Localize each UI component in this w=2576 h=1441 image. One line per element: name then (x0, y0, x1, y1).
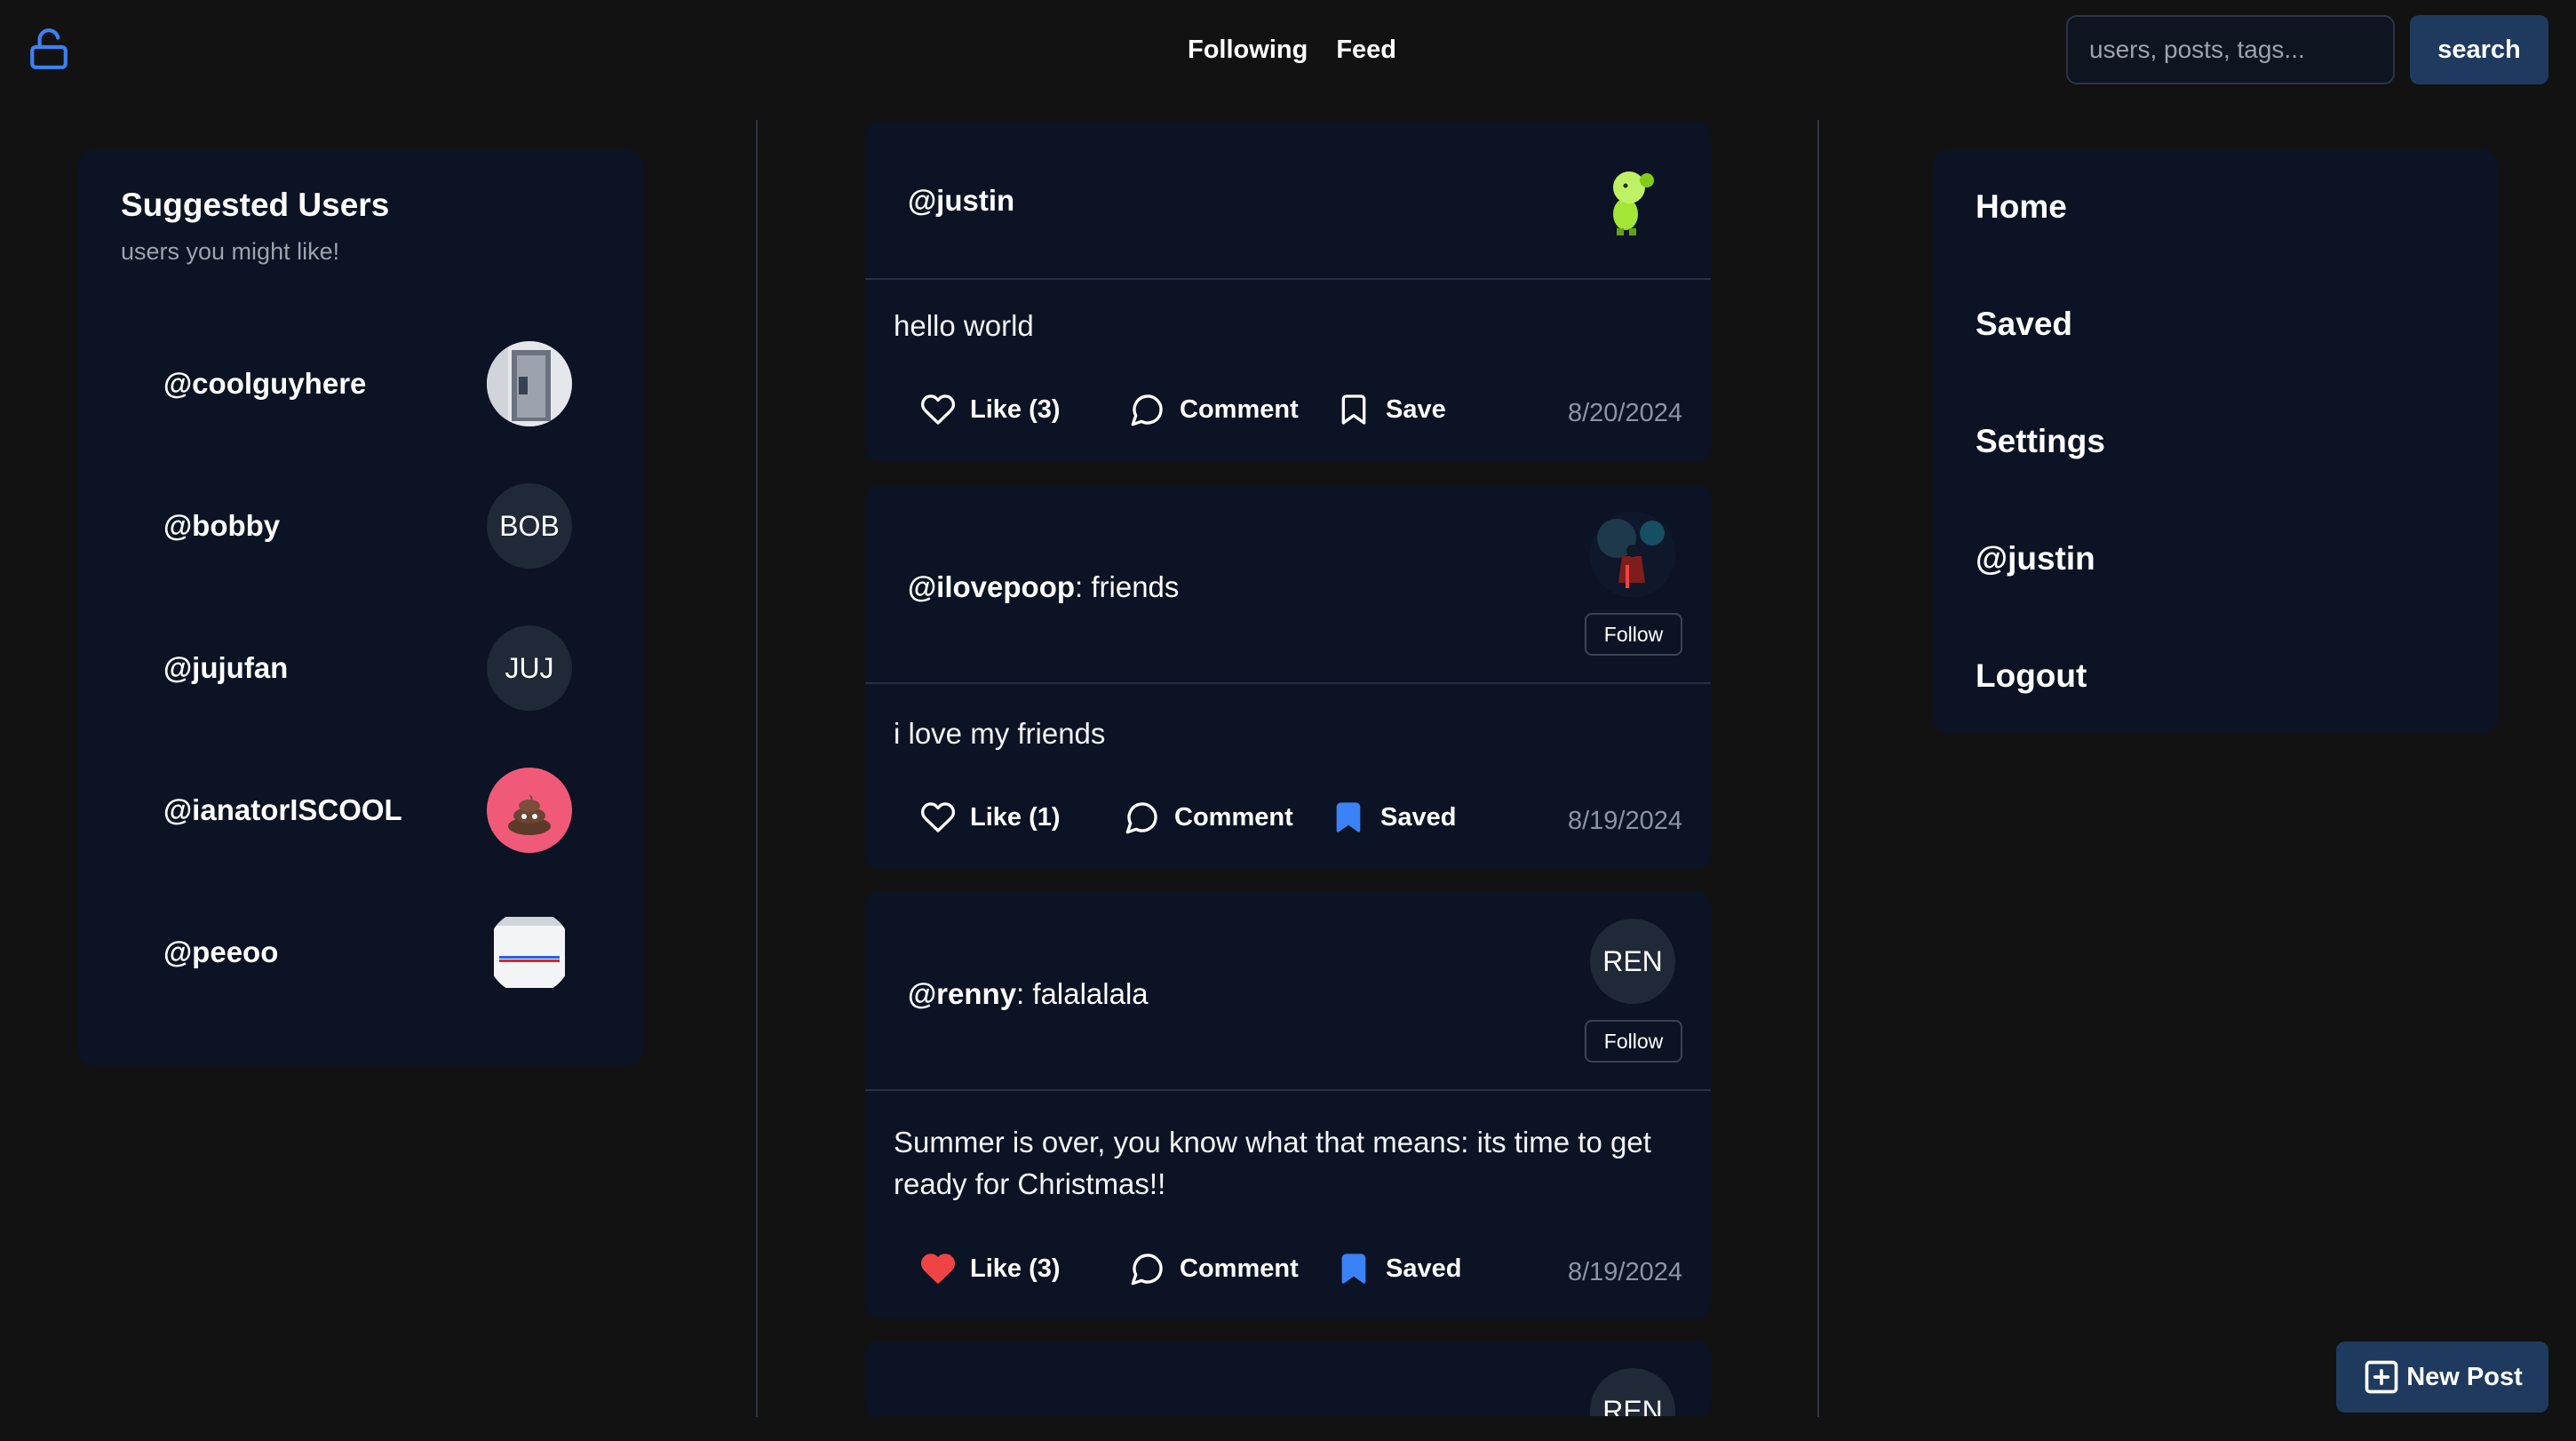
suggested-user-handle[interactable]: @ianatorISCOOL (163, 793, 402, 827)
post-date: 8/19/2024 (1567, 1258, 1682, 1286)
post-tag: : friends (1075, 570, 1180, 603)
sidebar-item-saved[interactable]: Saved (1976, 306, 2072, 343)
post-author-handle[interactable]: @justin (908, 184, 1014, 217)
suggested-user-row[interactable]: @bobby BOB (163, 482, 572, 570)
avatar[interactable]: JUJ (487, 625, 572, 711)
post-text: hello world (894, 309, 1034, 342)
suggested-users-subtitle: users you might like! (121, 238, 340, 265)
suggested-user-row[interactable]: @peeoo (163, 908, 572, 997)
post-author[interactable]: @renny: falalalala (908, 977, 1149, 1011)
comment-icon (1125, 802, 1157, 834)
plus-square-icon (2365, 1360, 2398, 1394)
sidebar-item-settings[interactable]: Settings (1976, 423, 2105, 460)
post-author[interactable]: @ilovepoop: friends (908, 570, 1179, 604)
saved-button[interactable]: Saved (1336, 1251, 1461, 1286)
avatar[interactable]: BOB (487, 483, 572, 569)
heart-filled-icon (920, 1254, 956, 1284)
avatar[interactable] (487, 341, 572, 426)
post-header: @ilovepoop: friends Follow (865, 485, 1711, 684)
post-date: 8/20/2024 (1567, 399, 1682, 427)
avatar[interactable] (487, 768, 572, 853)
suggested-user-row[interactable]: @jujufan JUJ (163, 624, 572, 713)
user-photo-icon (487, 341, 572, 426)
suggested-user-handle[interactable]: @bobby (163, 509, 280, 543)
like-label: Like (1) (970, 802, 1061, 832)
nav-following-link[interactable]: Following (1188, 30, 1308, 69)
comment-button[interactable]: Comment (1125, 800, 1293, 835)
avatar[interactable] (487, 910, 572, 995)
suggested-user-row[interactable]: @ianatorISCOOL (163, 766, 572, 855)
new-post-label: New Post (2406, 1362, 2523, 1391)
avatar[interactable]: REN (1590, 1368, 1675, 1416)
post-card: @ilovepoop: friends Follow i love my fri… (865, 485, 1711, 869)
left-divider (756, 120, 758, 1417)
bookmark-filled-icon (1336, 802, 1361, 832)
like-button[interactable]: Like (3) (920, 1251, 1061, 1286)
like-label: Like (3) (970, 394, 1061, 424)
bookmark-icon (1341, 394, 1366, 425)
post-tag: : falalalala (1016, 977, 1149, 1010)
comment-label: Comment (1174, 802, 1293, 832)
sidebar-item-logout[interactable]: Logout (1976, 657, 2087, 695)
top-nav: Following Feed (1188, 30, 1396, 69)
save-label: Save (1386, 394, 1446, 424)
follow-button[interactable]: Follow (1585, 613, 1682, 656)
comment-icon (1131, 394, 1163, 426)
post-author[interactable]: @justin (908, 184, 1014, 218)
post-author-handle[interactable]: @ilovepoop (908, 570, 1075, 603)
saved-button[interactable]: Saved (1331, 800, 1456, 835)
avatar[interactable]: REN (1590, 919, 1675, 1004)
post-header: @justin (865, 122, 1711, 280)
search-button[interactable]: search (2410, 15, 2548, 84)
save-button[interactable]: Save (1336, 392, 1446, 427)
post-card: @justin hello world Like (3) Comment Sav… (865, 122, 1711, 462)
sidebar-item-profile[interactable]: @justin (1976, 540, 2095, 577)
lock-open-icon[interactable] (27, 27, 71, 71)
search-input[interactable] (2066, 15, 2395, 84)
comment-icon (1131, 1254, 1163, 1286)
comment-button[interactable]: Comment (1130, 1251, 1299, 1286)
poop-emoji-icon (487, 768, 572, 853)
avatar[interactable] (1590, 155, 1675, 241)
suggested-users-panel: Suggested Users users you might like! @c… (78, 149, 643, 1066)
post-card: REN (865, 1341, 1711, 1416)
comment-label: Comment (1180, 394, 1299, 424)
avatar[interactable] (1590, 512, 1675, 597)
screenshot-thumbnail-icon (494, 917, 565, 988)
new-post-button[interactable]: New Post (2336, 1341, 2548, 1413)
heart-icon (920, 394, 956, 425)
sidebar-nav: Home Saved Settings @justin Logout (1933, 149, 2498, 734)
suggested-user-row[interactable]: @coolguyhere (163, 339, 572, 428)
save-label: Saved (1386, 1254, 1462, 1283)
like-label: Like (3) (970, 1254, 1061, 1283)
post-header: @renny: falalalala REN Follow (865, 892, 1711, 1091)
comment-label: Comment (1180, 1254, 1299, 1283)
post-author-handle[interactable]: @renny (908, 977, 1016, 1010)
follow-button[interactable]: Follow (1585, 1020, 1682, 1063)
heart-icon (920, 802, 956, 832)
post-card: @renny: falalalala REN Follow Summer is … (865, 892, 1711, 1318)
suggested-users-title: Suggested Users (121, 187, 390, 223)
suggested-user-handle[interactable]: @peeoo (163, 935, 278, 969)
post-text: i love my friends (894, 717, 1106, 750)
right-divider (1817, 120, 1819, 1417)
like-button[interactable]: Like (1) (920, 800, 1061, 835)
dark-photo-icon (1590, 512, 1675, 597)
bookmark-filled-icon (1341, 1254, 1366, 1284)
like-button[interactable]: Like (3) (920, 392, 1061, 427)
suggested-user-handle[interactable]: @coolguyhere (163, 367, 366, 401)
save-label: Saved (1380, 802, 1457, 832)
suggested-user-handle[interactable]: @jujufan (163, 651, 288, 685)
green-figure-icon (1613, 171, 1654, 235)
post-date: 8/19/2024 (1567, 807, 1682, 835)
comment-button[interactable]: Comment (1130, 392, 1299, 427)
nav-feed-link[interactable]: Feed (1336, 30, 1396, 69)
sidebar-item-home[interactable]: Home (1976, 188, 2067, 226)
app-root: Following Feed search Suggested Users us… (0, 0, 2576, 1441)
post-text: Summer is over, you know what that means… (894, 1126, 1651, 1200)
